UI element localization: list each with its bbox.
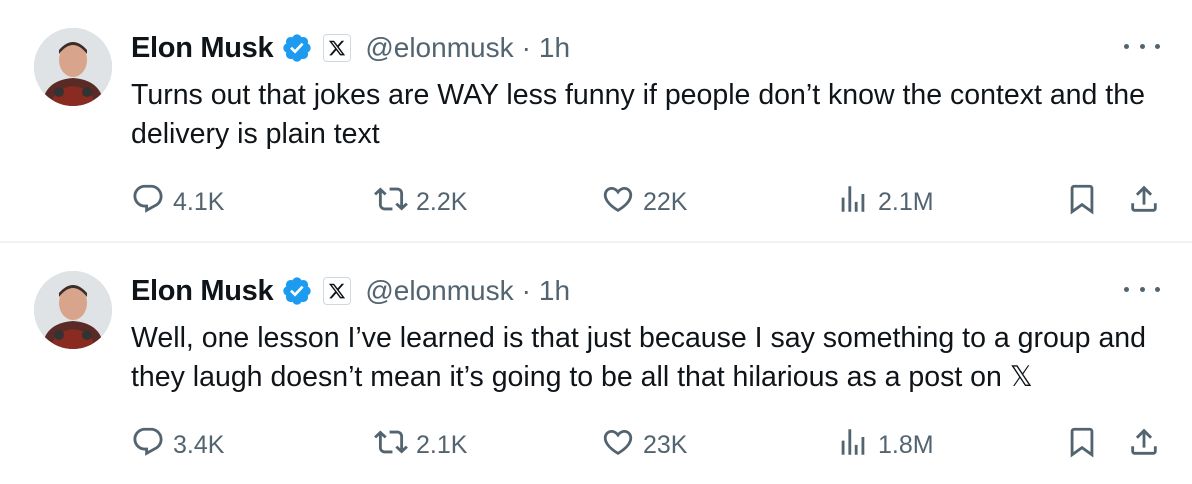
tweet-header: Elon Musk @elonmusk · 1h — [131, 28, 570, 68]
like-button[interactable]: 22K — [601, 180, 687, 224]
bookmark-button[interactable] — [1065, 423, 1099, 467]
bookmark-icon — [1065, 425, 1099, 466]
views-icon — [836, 425, 870, 466]
share-button[interactable] — [1127, 423, 1161, 467]
views-icon — [836, 182, 870, 223]
tweet[interactable]: Elon Musk @elonmusk · 1h Well, one lesso… — [0, 243, 1192, 484]
timestamp[interactable]: 1h — [539, 32, 570, 64]
tweet-text: Well, one lesson I’ve learned is that ju… — [131, 322, 1146, 393]
reply-count: 4.1K — [173, 187, 225, 216]
reply-button[interactable]: 3.4K — [131, 423, 224, 467]
avatar[interactable] — [34, 28, 112, 106]
like-count: 22K — [643, 187, 688, 216]
bookmark-button[interactable] — [1065, 180, 1099, 224]
like-icon — [601, 182, 635, 223]
action-bar: 4.1K 2.2K 22K 2.1M — [131, 180, 1171, 224]
more-icon[interactable] — [1124, 36, 1160, 56]
like-icon — [601, 425, 635, 466]
author-handle[interactable]: @elonmusk — [365, 32, 513, 64]
reply-count: 3.4K — [173, 430, 225, 459]
like-count: 23K — [643, 430, 688, 459]
share-icon — [1127, 182, 1161, 223]
x-affiliate-badge-icon[interactable] — [323, 277, 352, 305]
views-button[interactable]: 2.1M — [836, 180, 934, 224]
x-affiliate-badge-icon[interactable] — [323, 34, 352, 62]
verified-badge-icon[interactable] — [281, 32, 313, 64]
more-icon[interactable] — [1124, 279, 1160, 299]
retweet-icon — [374, 182, 408, 223]
share-button[interactable] — [1127, 180, 1161, 224]
tweet[interactable]: Elon Musk @elonmusk · 1h Turns out that … — [0, 0, 1192, 241]
share-icon — [1127, 425, 1161, 466]
reply-icon — [131, 182, 165, 223]
reply-icon — [131, 425, 165, 466]
retweet-button[interactable]: 2.2K — [374, 180, 467, 224]
timestamp[interactable]: 1h — [539, 275, 570, 307]
views-button[interactable]: 1.8M — [836, 423, 934, 467]
tweet-text: Turns out that jokes are WAY less funny … — [131, 79, 1145, 150]
reply-button[interactable]: 4.1K — [131, 180, 224, 224]
separator: · — [521, 32, 531, 63]
tweet-header: Elon Musk @elonmusk · 1h — [131, 271, 570, 311]
bookmark-icon — [1065, 182, 1099, 223]
separator: · — [521, 275, 531, 306]
like-button[interactable]: 23K — [601, 423, 687, 467]
author-handle[interactable]: @elonmusk — [365, 275, 513, 307]
author-name[interactable]: Elon Musk — [131, 275, 274, 308]
author-name[interactable]: Elon Musk — [131, 32, 274, 65]
verified-badge-icon[interactable] — [281, 275, 313, 307]
avatar[interactable] — [34, 271, 112, 349]
retweet-count: 2.2K — [416, 187, 468, 216]
retweet-count: 2.1K — [416, 430, 468, 459]
views-count: 2.1M — [878, 187, 934, 216]
retweet-icon — [374, 425, 408, 466]
views-count: 1.8M — [878, 430, 934, 459]
retweet-button[interactable]: 2.1K — [374, 423, 467, 467]
action-bar: 3.4K 2.1K 23K 1.8M — [131, 423, 1171, 467]
